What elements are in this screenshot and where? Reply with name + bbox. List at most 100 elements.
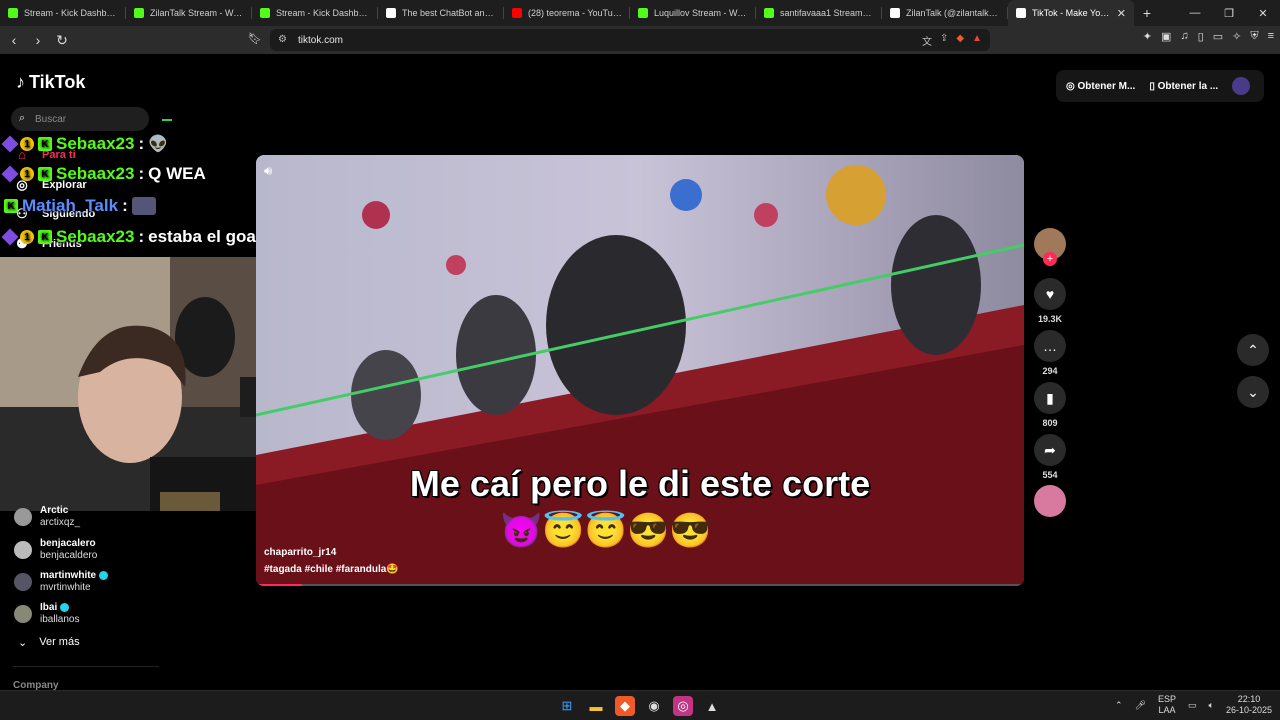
account-row[interactable]: Arctic arctixqz_ xyxy=(14,504,80,529)
minimize-icon[interactable]: — xyxy=(1178,0,1212,26)
taskbar-apps: ⊞ ▬ ◆ ◉ ◎ ▲ xyxy=(557,696,722,716)
follow-plus-icon[interactable]: + xyxy=(1043,252,1057,266)
wallet-icon[interactable]: ▭ xyxy=(1213,30,1223,43)
account-row[interactable]: martinwhite mvrtinwhite xyxy=(14,569,109,594)
clock[interactable]: 22:10 26-10-2025 xyxy=(1226,694,1272,716)
video-emojis: 😈😇😇😎😎 xyxy=(500,512,712,550)
video-player[interactable]: 🔊︎ Me caí pero le di este corte 😈😇😇😎😎 ch… xyxy=(256,155,1024,586)
sound-disc-icon[interactable] xyxy=(1034,485,1066,517)
start-icon[interactable]: ⊞ xyxy=(557,696,577,716)
close-tab-icon[interactable]: ✕ xyxy=(1117,7,1126,20)
subscriber-badge-icon xyxy=(1,135,19,153)
image-emote-icon xyxy=(131,197,156,215)
get-app-label: Obtener la ... xyxy=(1157,80,1219,92)
hashtag[interactable]: #chile xyxy=(305,564,333,575)
browser-tab[interactable]: TikTok - Make Your Day ✕ xyxy=(1008,0,1134,26)
hashtag[interactable]: #farandula🤩 xyxy=(336,564,399,575)
network-icon[interactable]: ▭ xyxy=(1188,700,1197,711)
search-input[interactable]: ⌕ Buscar xyxy=(11,107,149,131)
video-progress[interactable] xyxy=(256,584,1024,586)
comment-group: … 294 xyxy=(1034,330,1066,376)
chat-text: estaba el goat xyxy=(148,227,262,246)
account-row[interactable]: Ibai iballanos xyxy=(14,601,79,626)
search-icon: ⌕ xyxy=(19,112,26,124)
lang-bottom: LAA xyxy=(1158,705,1176,715)
video-hashtags: #tagada #chile #farandula🤩 xyxy=(264,564,399,575)
windows-taskbar: ⊞ ▬ ◆ ◉ ◎ ▲ ⌃ 🎤︎ ESP LAA ▭ 🔈︎ 22:10 26-1… xyxy=(0,690,1280,720)
chat-divider xyxy=(162,119,172,121)
comment-icon[interactable]: … xyxy=(1034,330,1066,362)
sidebar-icon[interactable]: ▯ xyxy=(1198,30,1204,43)
tab-favicon-icon xyxy=(8,8,18,18)
tray-chevron-icon[interactable]: ⌃ xyxy=(1115,700,1123,711)
site-settings-icon[interactable]: ⚙ xyxy=(278,34,287,45)
bookmark-icon[interactable]: 🔖︎ xyxy=(248,32,262,45)
heart-icon[interactable]: ♥ xyxy=(1034,278,1066,310)
back-icon[interactable]: ‹ xyxy=(4,30,24,50)
volume-icon[interactable]: 🔊︎ xyxy=(264,163,272,179)
browser-tab[interactable]: The best ChatBot and Widgets xyxy=(378,0,504,26)
browser-tab[interactable]: ZilanTalk Stream - Watch Live xyxy=(126,0,252,26)
tab-favicon-icon xyxy=(890,8,900,18)
window-controls: — ❐ ✕ xyxy=(1178,0,1280,26)
restore-icon[interactable]: ❐ xyxy=(1212,0,1246,26)
account-handle: mvrtinwhite xyxy=(40,582,91,593)
hashtag[interactable]: #tagada xyxy=(264,564,302,575)
tab-label: Luquillov Stream - Watch Live xyxy=(654,8,748,18)
chat-message: 1 K Sebaax23 : Q WEA xyxy=(1,164,206,184)
music-icon[interactable]: ♫ xyxy=(1180,30,1188,43)
browser-tab[interactable]: (28) teorema - YouTube xyxy=(504,0,630,26)
previous-video-button[interactable]: ⌃ xyxy=(1237,334,1269,366)
leo-ai-icon[interactable]: ✧ xyxy=(1232,30,1241,43)
browser-tab[interactable]: Stream - Kick Dashboard xyxy=(252,0,378,26)
file-explorer-icon[interactable]: ▬ xyxy=(586,696,606,716)
app-icon[interactable]: ▲ xyxy=(702,696,722,716)
browser-tab[interactable]: ZilanTalk (@zilantalkclips) xyxy=(882,0,1008,26)
search-placeholder: Buscar xyxy=(35,113,67,125)
brave-icon[interactable]: ◆ xyxy=(615,696,635,716)
tab-label: The best ChatBot and Widgets xyxy=(402,8,496,18)
extensions-icon[interactable]: ✦ xyxy=(1143,30,1152,43)
tab-favicon-icon xyxy=(638,8,648,18)
brave-shield-icon[interactable]: ◆ xyxy=(956,33,964,48)
browser-tab[interactable]: Luquillov Stream - Watch Live xyxy=(630,0,756,26)
account-row[interactable]: benjacalero benjacaldero xyxy=(14,537,97,562)
video-author[interactable]: chaparrito_jr14 xyxy=(264,547,336,558)
screenshot-icon[interactable]: ▣ xyxy=(1161,30,1171,43)
share-arrow-icon[interactable]: ➦ xyxy=(1034,434,1066,466)
instagram-icon[interactable]: ◎ xyxy=(673,696,693,716)
account-handle: benjacaldero xyxy=(40,550,98,561)
chat-colon: : xyxy=(122,196,128,215)
language-indicator[interactable]: ESP LAA xyxy=(1158,694,1176,716)
address-bar[interactable]: ⚙ tiktok.com 文 ⇪ ◆ ▲ xyxy=(270,29,990,51)
speaker-icon[interactable]: 🔈︎ xyxy=(1209,700,1214,711)
menu-icon[interactable]: ≡ xyxy=(1268,30,1274,43)
obs-icon[interactable]: ◉ xyxy=(644,696,664,716)
profile-avatar[interactable] xyxy=(1232,77,1251,95)
translate-icon[interactable]: 文 xyxy=(922,33,932,48)
vpn-icon[interactable]: ⛨ xyxy=(1250,30,1258,43)
creator-avatar[interactable]: + xyxy=(1034,228,1066,266)
chat-colon: : xyxy=(138,164,145,183)
next-video-button[interactable]: ⌄ xyxy=(1237,376,1269,408)
brave-rewards-icon[interactable]: ▲ xyxy=(972,33,982,48)
bookmark-save-icon[interactable]: ▮ xyxy=(1034,382,1066,414)
close-window-icon[interactable]: ✕ xyxy=(1246,0,1280,26)
get-app-button[interactable]: ▯ Obtener la ... xyxy=(1149,81,1218,92)
share-icon[interactable]: ⇪ xyxy=(940,33,948,48)
get-coins-button[interactable]: ◎ Obtener M... xyxy=(1066,81,1135,92)
browser-tab[interactable]: santifavaaa1 Stream - Watch xyxy=(756,0,882,26)
tiktok-logo[interactable]: ♪ TikTok xyxy=(16,72,85,93)
url-text: tiktok.com xyxy=(298,34,344,46)
account-name: martinwhite xyxy=(40,570,97,581)
share-group: ➦ 554 xyxy=(1034,434,1066,480)
reload-icon[interactable]: ↻ xyxy=(52,30,72,50)
kick-badge-icon: K xyxy=(38,137,52,151)
tab-label: TikTok - Make Your Day xyxy=(1032,8,1113,18)
new-tab-button[interactable]: + xyxy=(1134,0,1160,26)
microphone-icon[interactable]: 🎤︎ xyxy=(1135,700,1146,711)
browser-tab[interactable]: Stream - Kick Dashboard xyxy=(0,0,126,26)
forward-icon[interactable]: › xyxy=(28,30,48,50)
see-more-button[interactable]: ⌄ Ver más xyxy=(18,636,80,649)
tiktok-wordmark: TikTok xyxy=(29,72,86,92)
